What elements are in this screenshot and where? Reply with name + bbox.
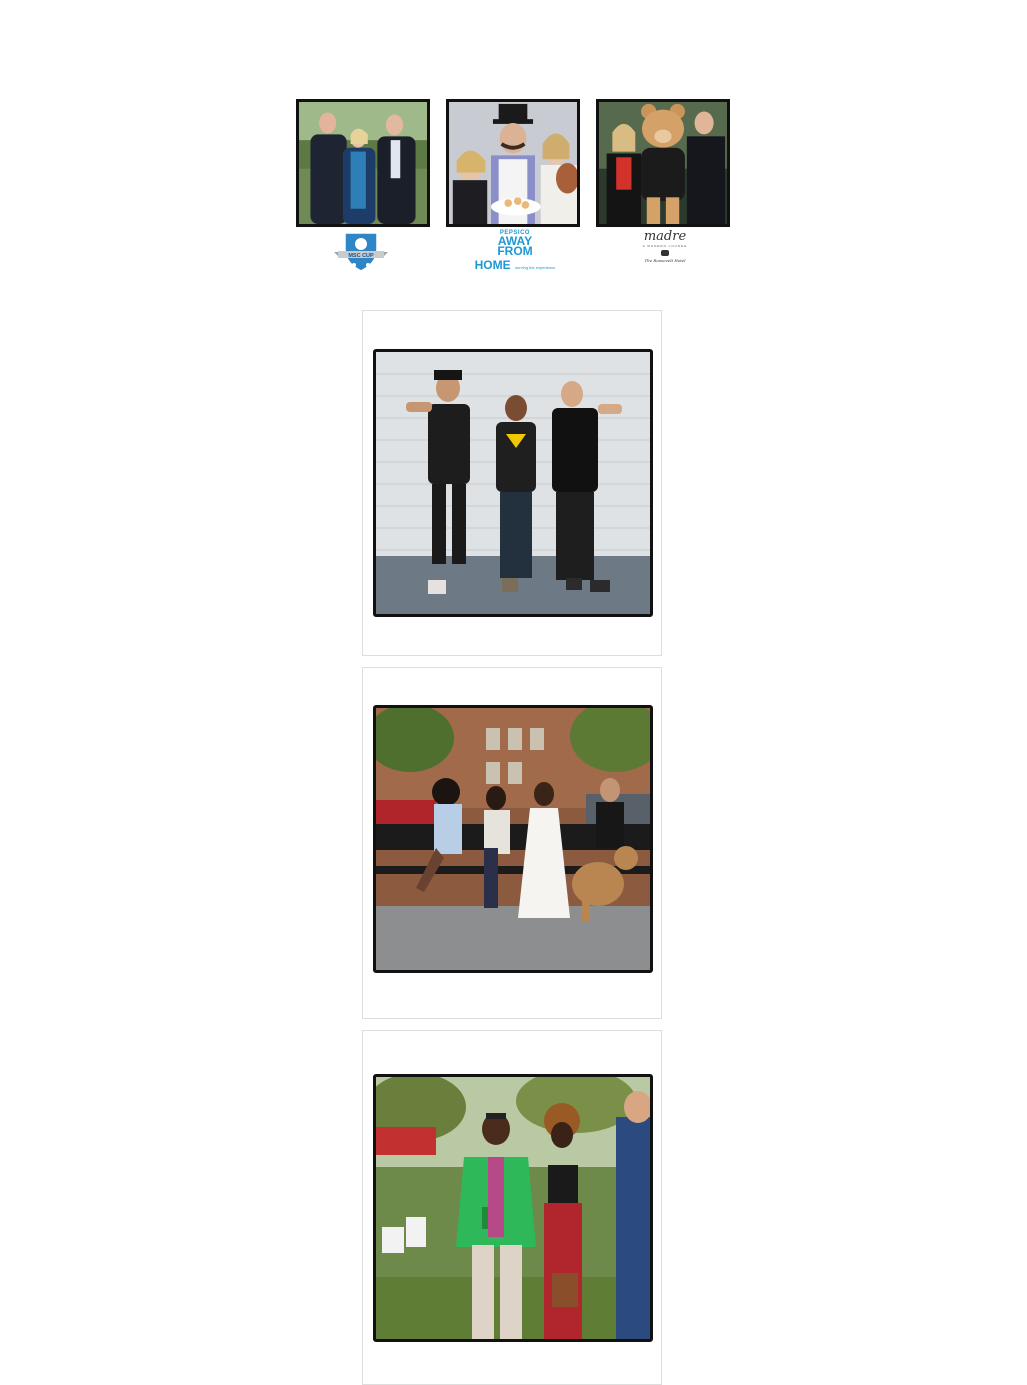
msc-cup-logo: MSC CUP — [330, 230, 392, 274]
gallery-card-3 — [362, 1030, 662, 1385]
booth-samples-row: MSC CUP PEPSICO AWAY FROM HOME serving t… — [0, 0, 1027, 280]
pepsico-logo: PEPSICO AWAY FROM HOME serving the exper… — [470, 230, 560, 274]
booth-photo-pepsico[interactable] — [446, 99, 580, 227]
booth-photo-madre[interactable] — [596, 99, 730, 227]
pepsico-line-home: HOME — [474, 258, 511, 272]
booth-photo-msc-cup[interactable] — [296, 99, 430, 227]
couple-at-outdoor-festival-photo[interactable] — [373, 1074, 653, 1342]
gallery-card-2 — [362, 667, 662, 1019]
roosevelt-hotel-name: The Roosevelt Hotel — [644, 258, 686, 263]
three-men-street-pose-photo[interactable] — [373, 349, 653, 617]
madre-logo: madre A MODERN LOUNGE The Roosevelt Hote… — [640, 230, 690, 274]
madre-subtitle: A MODERN LOUNGE — [642, 244, 688, 248]
pepsico-line-from: FROM — [497, 244, 533, 258]
women-on-park-bench-with-dog-photo[interactable] — [373, 705, 653, 973]
roosevelt-crest-icon — [661, 250, 669, 256]
gallery-card-1 — [362, 310, 662, 656]
pepsico-tagline: serving the experience — [515, 265, 556, 270]
madre-name: madre — [643, 229, 687, 244]
msc-cup-text: MSC CUP — [348, 253, 374, 259]
